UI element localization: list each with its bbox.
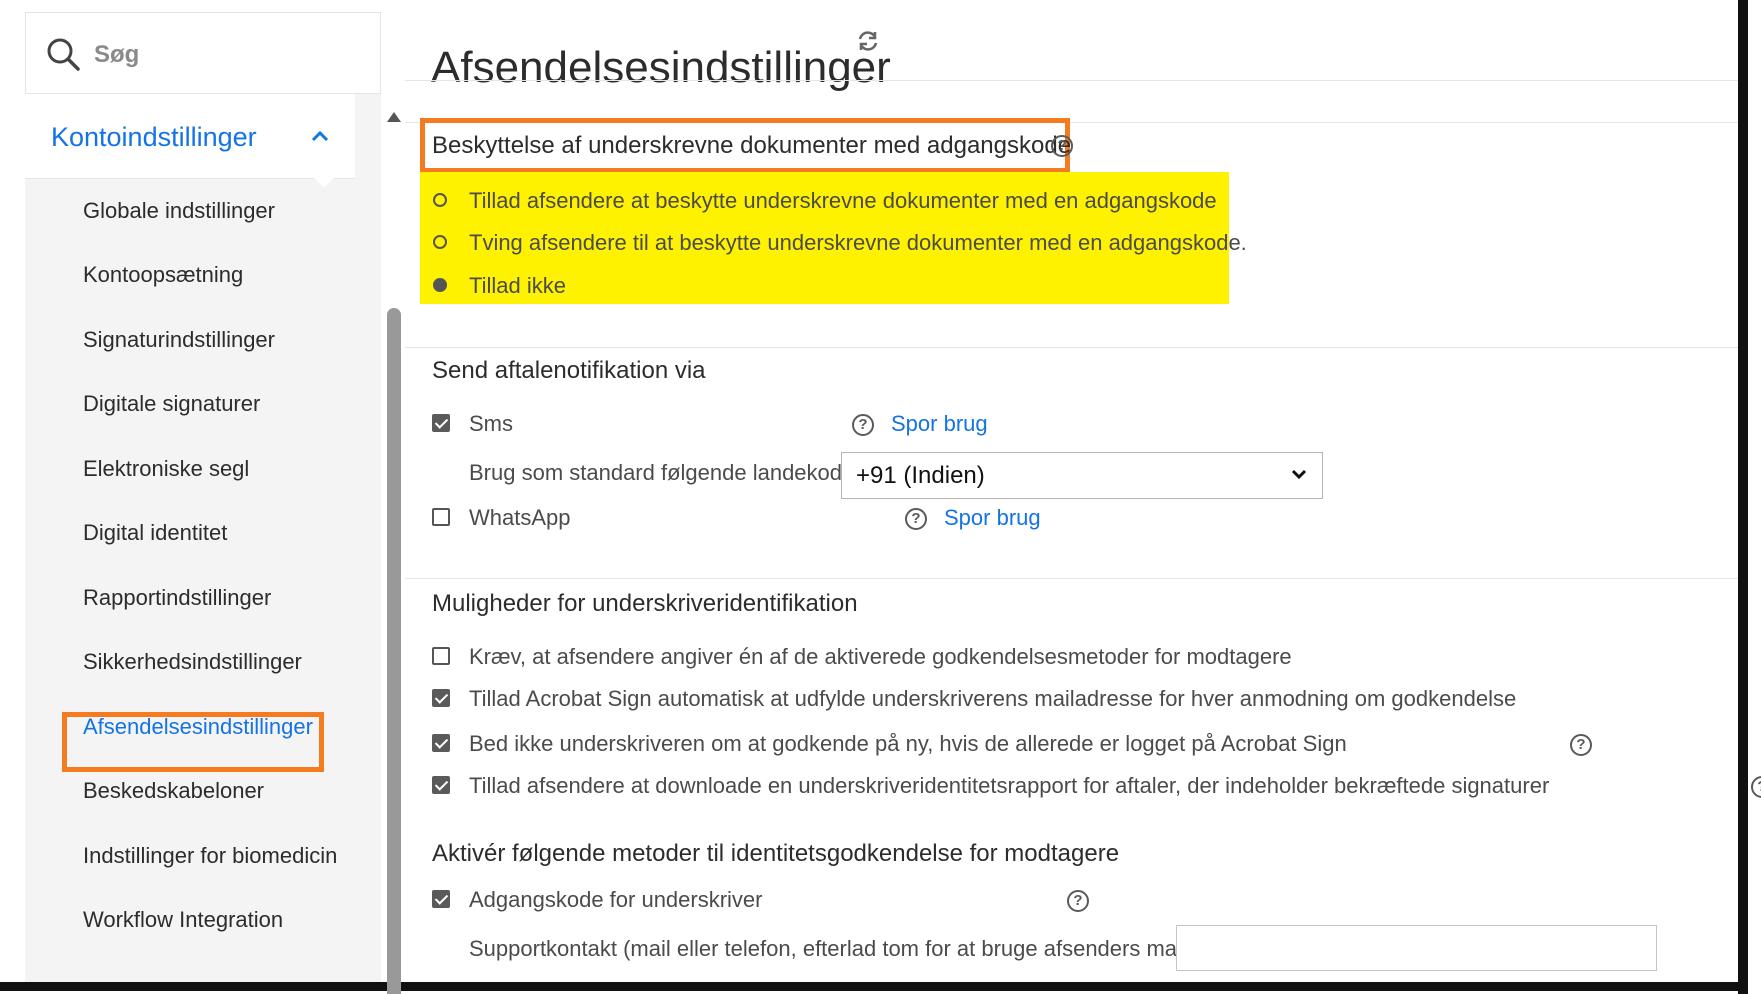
checkbox[interactable] [432, 734, 450, 752]
whatsapp-checkbox[interactable] [432, 508, 450, 526]
checkbox[interactable] [432, 647, 450, 665]
search-box[interactable]: Søg [25, 12, 381, 94]
sms-track-usage-link[interactable]: Spor brug [891, 411, 988, 437]
country-code-label: Brug som standard følgende landekode: [469, 460, 861, 485]
sms-checkbox[interactable] [432, 414, 450, 432]
help-icon[interactable]: ? [1051, 135, 1073, 157]
section-title-signer-id: Muligheder for underskriveridentifikatio… [432, 590, 858, 617]
country-code-select[interactable]: +91 (Indien) [841, 452, 1323, 499]
frame-edge-right [1738, 0, 1748, 994]
support-contact-label: Supportkontakt (mail eller telefon, efte… [469, 936, 1201, 961]
sms-help-icon[interactable]: ? [852, 414, 874, 436]
sidebar-item-digital-identitet[interactable]: Digital identitet [83, 520, 227, 546]
country-code-value: +91 (Indien) [856, 462, 985, 489]
radio-label: Tillad ikke [469, 273, 566, 298]
radio-label: Tillad afsendere at beskytte underskrevn… [469, 188, 1217, 213]
radio-button[interactable] [433, 193, 447, 207]
sidebar-section-kontoindstillinger[interactable]: Kontoindstillinger [25, 94, 355, 179]
checkbox-label: Tillad Acrobat Sign automatisk at udfyld… [469, 686, 1517, 711]
section-divider [405, 578, 1738, 579]
help-icon[interactable]: ? [1067, 890, 1089, 912]
whatsapp-track-usage-link[interactable]: Spor brug [944, 505, 1041, 531]
sidebar-item-workflow-integration[interactable]: Workflow Integration [83, 907, 283, 933]
active-item-highlight [62, 712, 324, 772]
sidebar: Søg Kontoindstillinger Globale indstilli… [25, 12, 401, 994]
radio-button[interactable] [433, 235, 447, 249]
radio-button-selected[interactable] [433, 278, 447, 292]
support-contact-input[interactable] [1176, 925, 1657, 971]
sidebar-item-kontoopsaetning[interactable]: Kontoopsætning [83, 262, 243, 288]
help-icon[interactable]: ? [1751, 776, 1761, 798]
checkbox[interactable] [432, 689, 450, 707]
page-title: Afsendelsesindstillinger [431, 43, 891, 93]
whatsapp-label: WhatsApp [469, 505, 571, 530]
chevron-up-icon [311, 130, 329, 142]
sidebar-item-beskedskabeloner[interactable]: Beskedskabeloner [83, 778, 264, 804]
sms-label: Sms [469, 411, 513, 436]
sidebar-item-digitale-signaturer[interactable]: Digitale signaturer [83, 391, 260, 417]
main-content: Afsendelsesindstillinger Beskyttelse af … [381, 0, 1761, 982]
search-icon [47, 38, 80, 71]
signer-password-label: Adgangskode for underskriver [469, 887, 763, 912]
sidebar-item-biomedicin[interactable]: Indstillinger for biomedicin [83, 843, 337, 869]
section-divider [405, 347, 1738, 348]
sidebar-item-globale-indstillinger[interactable]: Globale indstillinger [83, 198, 275, 224]
search-placeholder: Søg [94, 41, 140, 68]
signer-password-checkbox[interactable] [432, 890, 450, 908]
section-title-password-protection: Beskyttelse af underskrevne dokumenter m… [432, 132, 1072, 159]
checkbox-label: Kræv, at afsendere angiver én af de akti… [469, 644, 1292, 669]
chevron-down-icon [1291, 469, 1307, 480]
section-title-identity-methods: Aktivér følgende metoder til identitetsg… [432, 840, 1120, 867]
radio-label: Tving afsendere til at beskytte underskr… [469, 230, 1247, 255]
title-divider [405, 80, 1738, 81]
help-icon[interactable]: ? [1570, 734, 1592, 756]
section-title-notification: Send aftalenotifikation via [432, 357, 706, 384]
checkbox[interactable] [432, 776, 450, 794]
checkbox-label: Bed ikke underskriveren om at godkende p… [469, 731, 1347, 756]
sidebar-section-label: Kontoindstillinger [51, 122, 257, 152]
checkbox-label: Tillad afsendere at downloade en undersk… [469, 773, 1550, 798]
refresh-icon[interactable] [855, 28, 881, 54]
whatsapp-help-icon[interactable]: ? [905, 508, 927, 530]
sidebar-item-signaturindstillinger[interactable]: Signaturindstillinger [83, 327, 275, 353]
sidebar-item-elektroniske-segl[interactable]: Elektroniske segl [83, 456, 249, 482]
frame-edge-bottom [0, 982, 1748, 991]
sidebar-item-rapportindstillinger[interactable]: Rapportindstillinger [83, 585, 271, 611]
sidebar-item-sikkerhedsindstillinger[interactable]: Sikkerhedsindstillinger [83, 649, 302, 675]
